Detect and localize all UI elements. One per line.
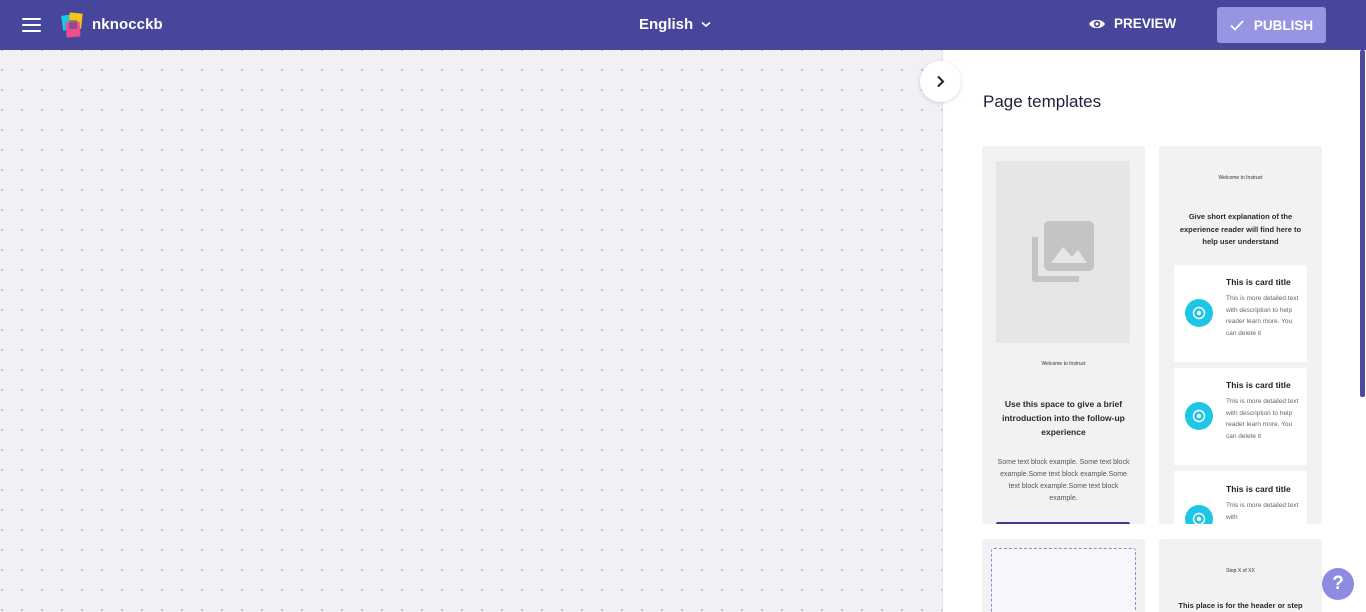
template-body-text: Some text block example. Some text block… xyxy=(997,459,1130,502)
publish-button[interactable]: PUBLISH xyxy=(1217,7,1326,43)
hamburger-menu-icon[interactable] xyxy=(22,16,42,34)
card-title: This is card title xyxy=(1226,380,1291,390)
empty-drop-zone xyxy=(991,548,1136,612)
template-heading: Use this space to give a brief introduct… xyxy=(1002,399,1125,437)
app-logo-icon xyxy=(61,12,83,38)
template-card-item: This is card title This is more detailed… xyxy=(1174,471,1307,524)
card-title: This is card title xyxy=(1226,484,1291,494)
panel-scrollbar[interactable] xyxy=(1360,50,1365,397)
template-card-intro[interactable]: Welcome to Instruct Use this space to gi… xyxy=(982,146,1145,524)
chevron-right-icon xyxy=(937,75,945,88)
template-card-blank[interactable] xyxy=(982,539,1145,612)
template-card-item: This is card title This is more detailed… xyxy=(1174,368,1307,465)
template-small-label: Welcome to Instruct xyxy=(1041,361,1086,367)
badge-icon xyxy=(1185,299,1213,327)
template-card-item: This is card title This is more detailed… xyxy=(1174,265,1307,362)
publish-label: PUBLISH xyxy=(1253,17,1314,33)
collapse-panel-button[interactable] xyxy=(920,61,961,102)
card-title: This is card title xyxy=(1226,277,1291,287)
card-description: This is more detailed text with descript… xyxy=(1226,398,1299,440)
template-heading: This place is for the header or step xyxy=(1178,601,1303,610)
template-heading: Give short explanation of the experience… xyxy=(1179,212,1302,246)
image-gallery-icon xyxy=(1032,221,1094,282)
eye-icon xyxy=(1089,19,1105,28)
chevron-down-icon xyxy=(701,21,711,28)
template-card-steps[interactable]: Step X of XX This place is for the heade… xyxy=(1159,539,1322,612)
preview-label: PREVIEW xyxy=(1114,16,1177,31)
panel-title: Page templates xyxy=(983,92,1102,111)
language-selector[interactable]: English xyxy=(639,16,711,33)
brand-name: nknocckb xyxy=(92,16,163,33)
template-small-label: Welcome to Instruct xyxy=(1218,175,1263,181)
checkmark-icon xyxy=(1230,19,1244,31)
editor-canvas[interactable] xyxy=(0,50,942,612)
top-bar: nknocckb English PREVIEW PUBLISH xyxy=(0,0,1366,50)
help-button[interactable]: ? xyxy=(1322,568,1354,600)
card-description: This is more detailed text with xyxy=(1226,502,1299,521)
image-placeholder xyxy=(996,161,1130,343)
template-card-list[interactable]: Welcome to Instruct Give short explanati… xyxy=(1159,146,1322,524)
card-description: This is more detailed text with descript… xyxy=(1226,295,1299,337)
badge-icon xyxy=(1185,505,1213,524)
template-button-preview xyxy=(996,522,1130,524)
badge-icon xyxy=(1185,402,1213,430)
language-label: English xyxy=(639,16,694,33)
template-small-label: Step X of XX xyxy=(1226,568,1255,574)
preview-button[interactable]: PREVIEW xyxy=(1088,16,1176,31)
